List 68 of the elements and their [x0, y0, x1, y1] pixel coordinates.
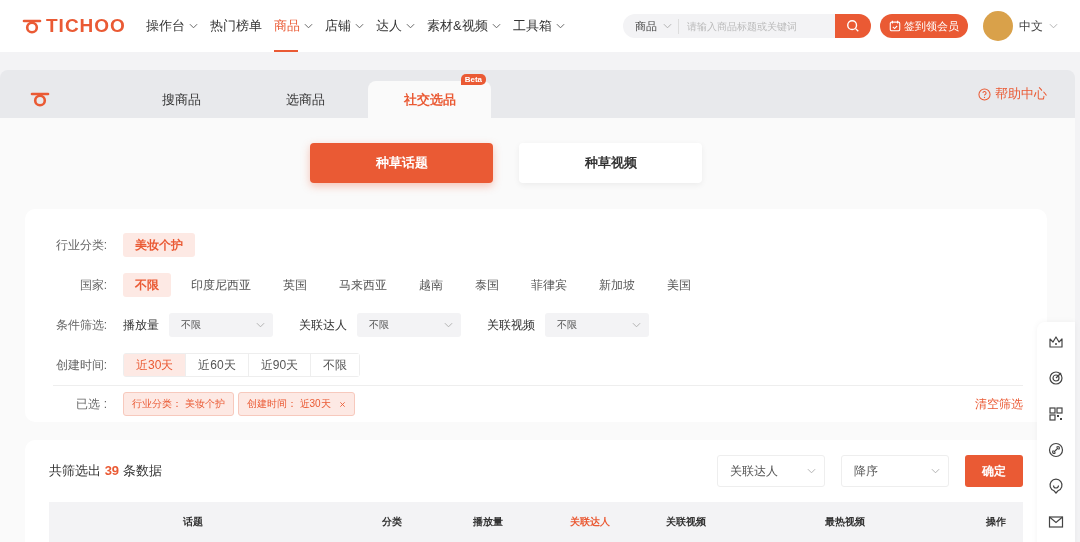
- caret-icon: [555, 23, 565, 29]
- condition-label: 关联达人: [299, 316, 347, 334]
- caret-icon: [188, 23, 198, 29]
- condition-label: 关联视频: [487, 316, 535, 334]
- caret-icon: [444, 322, 453, 328]
- search-icon: [846, 19, 860, 33]
- nav-menu-item[interactable]: 热门榜单: [209, 0, 262, 52]
- filter-label: 行业分类:: [54, 236, 107, 254]
- nav-menu-item[interactable]: 素材&视频: [426, 0, 501, 52]
- column-header[interactable]: 操作: [969, 515, 1023, 529]
- caret-icon: [256, 322, 265, 328]
- chat-icon[interactable]: [1048, 478, 1064, 494]
- tab[interactable]: 选商品: [244, 81, 367, 118]
- column-header[interactable]: 话题: [49, 515, 337, 529]
- caret-icon: [931, 468, 940, 474]
- logo-icon[interactable]: [22, 18, 42, 34]
- help-icon: [978, 87, 991, 101]
- result-count-text: 共筛选出 39 条数据: [49, 462, 162, 480]
- condition-dropdown[interactable]: 不限: [169, 313, 273, 337]
- condition-label: 播放量: [123, 316, 159, 334]
- filter-option[interactable]: 英国: [271, 273, 319, 297]
- caret-icon: [1049, 23, 1058, 29]
- filter-option[interactable]: 新加坡: [587, 273, 647, 297]
- clear-filters-link[interactable]: 清空筛选: [975, 395, 1023, 413]
- link-icon[interactable]: [1048, 442, 1064, 458]
- condition-dropdown[interactable]: 不限: [357, 313, 461, 337]
- filter-option[interactable]: 越南: [407, 273, 455, 297]
- qr-code-icon[interactable]: [1048, 406, 1064, 422]
- caret-icon: [807, 468, 816, 474]
- filter-option[interactable]: 美国: [655, 273, 703, 297]
- caret-icon: [405, 23, 415, 29]
- search-button[interactable]: [835, 14, 871, 38]
- nav-menu-item[interactable]: 店铺: [324, 0, 364, 52]
- caret-icon: [491, 23, 501, 29]
- mail-icon[interactable]: [1048, 514, 1064, 530]
- target-icon[interactable]: [1048, 370, 1064, 386]
- sort-order-dropdown[interactable]: 降序: [841, 455, 949, 487]
- tab[interactable]: 搜商品: [120, 81, 243, 118]
- nav-menu-item[interactable]: 商品: [273, 0, 313, 52]
- beta-badge: Beta: [460, 74, 486, 85]
- filter-option[interactable]: 马来西亚: [327, 273, 399, 297]
- filter-label: 已选 :: [75, 395, 107, 413]
- caret-icon: [303, 23, 313, 29]
- column-header[interactable]: 最热视频: [721, 515, 969, 529]
- filter-option[interactable]: 泰国: [463, 273, 511, 297]
- condition-dropdown[interactable]: 不限: [545, 313, 649, 337]
- calendar-icon: [889, 20, 901, 32]
- caret-icon: [354, 23, 364, 29]
- column-header[interactable]: 关联视频: [651, 515, 721, 529]
- caret-icon: [663, 23, 672, 29]
- language-selector[interactable]: 中文: [1019, 17, 1058, 35]
- caret-icon: [632, 322, 641, 328]
- nav-menu-item[interactable]: 操作台: [145, 0, 198, 52]
- nav-menu-item[interactable]: 达人: [375, 0, 415, 52]
- category-dropdown[interactable]: 商品: [635, 18, 679, 34]
- filter-label: 条件筛选:: [54, 316, 107, 334]
- nav-menu-item[interactable]: 工具箱: [512, 0, 565, 52]
- filter-label: 国家:: [78, 276, 107, 294]
- crown-icon[interactable]: [1048, 334, 1064, 350]
- column-header[interactable]: 分类: [337, 515, 447, 529]
- mode-button[interactable]: 种草视频: [519, 143, 702, 183]
- sort-field-dropdown[interactable]: 关联达人: [717, 455, 825, 487]
- filter-label: 创建时间:: [54, 356, 107, 374]
- logo-icon: [30, 91, 50, 107]
- column-header[interactable]: 播放量: [447, 515, 529, 529]
- filter-option[interactable]: 印度尼西亚: [179, 273, 263, 297]
- filter-option[interactable]: 菲律宾: [519, 273, 579, 297]
- close-icon[interactable]: [338, 400, 346, 408]
